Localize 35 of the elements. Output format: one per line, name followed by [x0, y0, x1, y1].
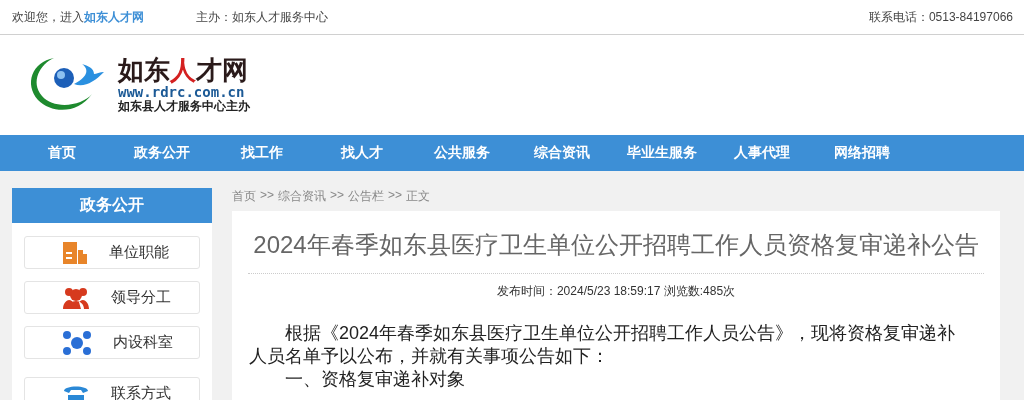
- breadcrumb-link[interactable]: 综合资讯: [278, 188, 326, 205]
- breadcrumb-separator: >>: [330, 188, 345, 202]
- sidebar-title: 政务公开: [12, 188, 212, 223]
- building-icon: [63, 241, 87, 264]
- logo-url: www.rdrc.com.cn: [118, 85, 246, 100]
- nav-item[interactable]: 人事代理: [712, 135, 812, 171]
- nav-item[interactable]: 网络招聘: [812, 135, 912, 171]
- welcome-text: 欢迎您，进入: [12, 8, 84, 26]
- sidebar-item[interactable]: 单位职能: [24, 236, 200, 269]
- sidebar-item[interactable]: 联系方式: [24, 377, 200, 400]
- breadcrumb-separator: >>: [260, 188, 274, 202]
- nav-item[interactable]: 首页: [12, 135, 112, 171]
- breadcrumb-link[interactable]: 正文: [406, 188, 431, 205]
- people-icon: [63, 286, 89, 309]
- breadcrumb-separator: >>: [388, 188, 403, 202]
- nav-item[interactable]: 综合资讯: [512, 135, 612, 171]
- breadcrumb-link[interactable]: 公告栏: [348, 188, 385, 205]
- nav-item[interactable]: 找工作: [212, 135, 312, 171]
- nav-item[interactable]: 政务公开: [112, 135, 212, 171]
- article-meta: 发布时间：2024/5/23 18:59:17 浏览数:485次: [495, 283, 737, 300]
- article-paragraph: 根据《2024年春季如东县医疗卫生单位公开招聘工作人员公告》，现将资格复审递补人员名单予以公布，并就有关事项公告如下：: [248, 322, 957, 368]
- breadcrumb-link[interactable]: 首页: [232, 188, 256, 205]
- nav-item[interactable]: 毕业生服务: [612, 135, 712, 171]
- logo-subtitle: 如东县人才服务中心主办: [118, 100, 250, 114]
- nav-item[interactable]: 找人才: [312, 135, 412, 171]
- logo-title: 如东人才网: [118, 56, 249, 85]
- nav-item[interactable]: 公共服务: [412, 135, 512, 171]
- sponsor-text: 主办：如东人才服务中心: [196, 8, 328, 26]
- phone-text: 联系电话：0513-84197066: [868, 8, 1013, 26]
- sidebar-item[interactable]: 内设科室: [24, 326, 200, 359]
- article-title: 2024年春季如东县医疗卫生单位公开招聘工作人员资格复审递补公告: [248, 229, 984, 274]
- site-link[interactable]: 如东人才网: [84, 8, 144, 26]
- article-paragraph: 一、资格复审递补对象: [284, 368, 466, 391]
- network-icon: [63, 330, 91, 355]
- sidebar-item[interactable]: 领导分工: [24, 281, 200, 314]
